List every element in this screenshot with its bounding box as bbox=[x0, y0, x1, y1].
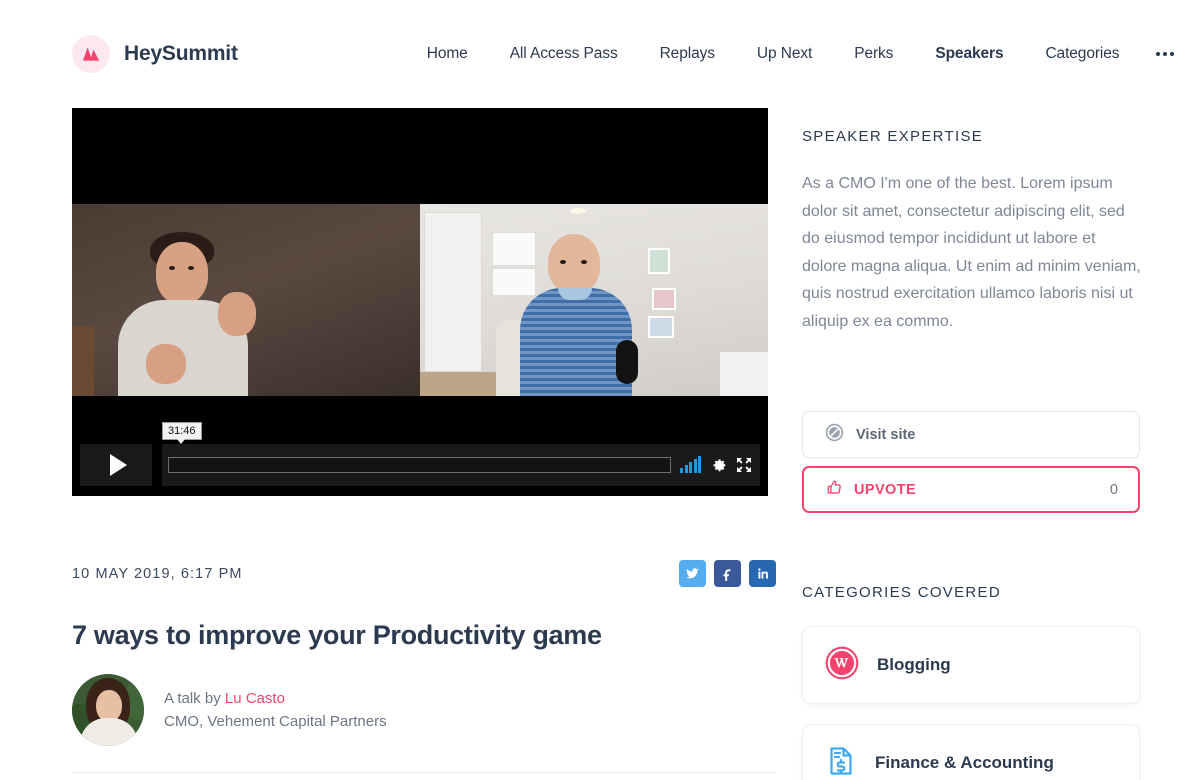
main-column: 31:46 10 MAY 2019, 6:17 PM 7 ways to imp… bbox=[72, 108, 776, 773]
speaker-text-block: A talk by Lu Casto CMO, Vehement Capital… bbox=[164, 690, 387, 730]
thumbs-up-icon bbox=[826, 479, 843, 501]
speaker-byline: A talk by Lu Casto CMO, Vehement Capital… bbox=[72, 674, 387, 746]
categories-covered-heading: CATEGORIES COVERED bbox=[802, 584, 1001, 601]
speaker-name-link[interactable]: Lu Casto bbox=[225, 690, 285, 707]
category-card-finance-accounting[interactable]: Finance & Accounting bbox=[802, 724, 1140, 780]
invoice-dollar-icon bbox=[825, 745, 857, 780]
wordpress-icon bbox=[825, 646, 859, 685]
right-person-eye bbox=[560, 260, 566, 264]
left-background-furniture bbox=[72, 326, 94, 396]
right-background-desk bbox=[720, 352, 768, 396]
video-still bbox=[72, 204, 768, 396]
right-person-body bbox=[520, 288, 632, 396]
right-background-door bbox=[424, 212, 482, 372]
right-background-shelf bbox=[492, 232, 536, 266]
section-divider bbox=[72, 772, 776, 773]
left-person-eye bbox=[188, 266, 194, 270]
share-buttons bbox=[679, 560, 776, 587]
video-participant-right bbox=[420, 204, 768, 396]
main-navigation: Home All Access Pass Replays Up Next Per… bbox=[406, 39, 1191, 69]
speaker-role: CMO, Vehement Capital Partners bbox=[164, 713, 387, 730]
twitter-icon[interactable] bbox=[679, 560, 706, 587]
brand-name: HeySummit bbox=[124, 42, 238, 65]
mountain-logo-icon bbox=[72, 35, 110, 73]
upvote-count: 0 bbox=[1109, 481, 1118, 498]
speaker-expertise-body: As a CMO I'm one of the best. Lorem ipsu… bbox=[802, 175, 1141, 330]
video-controls: 31:46 bbox=[80, 422, 760, 486]
upvote-button[interactable]: UPVOTE 0 bbox=[802, 466, 1140, 513]
upvote-button-content: UPVOTE bbox=[826, 479, 916, 501]
nav-item-up-next[interactable]: Up Next bbox=[736, 39, 833, 69]
brand-logo-link[interactable]: HeySummit bbox=[72, 35, 238, 73]
ellipsis-icon[interactable] bbox=[1140, 46, 1190, 62]
left-person-head bbox=[156, 242, 208, 304]
video-participant-left bbox=[72, 204, 420, 396]
linkedin-icon[interactable] bbox=[749, 560, 776, 587]
wall-picture-frame bbox=[648, 248, 670, 274]
upvote-label: UPVOTE bbox=[854, 481, 917, 498]
gear-icon[interactable] bbox=[710, 457, 727, 474]
left-person-hand bbox=[146, 344, 186, 384]
right-background-shelf bbox=[492, 268, 536, 296]
play-icon[interactable] bbox=[80, 444, 152, 486]
right-person-eye bbox=[581, 260, 587, 264]
video-time-tooltip: 31:46 bbox=[162, 422, 202, 444]
ellipsis-dot bbox=[1170, 52, 1175, 56]
nav-item-all-access-pass[interactable]: All Access Pass bbox=[489, 39, 639, 69]
speaker-byline-text: A talk by Lu Casto bbox=[164, 690, 387, 707]
left-person-hand bbox=[218, 292, 256, 336]
speaker-expertise-heading: SPEAKER EXPERTISE bbox=[802, 128, 984, 145]
wall-picture-frame bbox=[652, 288, 676, 310]
microphone bbox=[616, 340, 638, 384]
category-label: Finance & Accounting bbox=[875, 753, 1054, 772]
ellipsis-dot bbox=[1156, 52, 1161, 56]
nav-item-home[interactable]: Home bbox=[406, 39, 489, 69]
visit-site-button[interactable]: Visit site bbox=[802, 411, 1140, 458]
ellipsis-dot bbox=[1163, 52, 1168, 56]
right-person-head bbox=[548, 234, 600, 294]
category-card-blogging[interactable]: Blogging bbox=[802, 626, 1140, 704]
visit-site-label: Visit site bbox=[856, 426, 916, 443]
nav-item-replays[interactable]: Replays bbox=[639, 39, 736, 69]
category-label: Blogging bbox=[877, 655, 951, 674]
video-player[interactable]: 31:46 bbox=[72, 108, 768, 496]
nav-item-perks[interactable]: Perks bbox=[833, 39, 914, 69]
video-progress-bar[interactable] bbox=[168, 457, 671, 473]
no-entry-circle-icon bbox=[825, 423, 844, 447]
talk-meta-row: 10 MAY 2019, 6:17 PM bbox=[72, 560, 776, 587]
fullscreen-icon[interactable] bbox=[736, 457, 752, 473]
ceiling-light bbox=[570, 208, 586, 214]
play-triangle bbox=[109, 454, 127, 476]
page-title: 7 ways to improve your Productivity game bbox=[72, 620, 602, 650]
talk-date: 10 MAY 2019, 6:17 PM bbox=[72, 565, 243, 582]
volume-bars-icon[interactable] bbox=[680, 456, 701, 473]
nav-item-categories[interactable]: Categories bbox=[1024, 39, 1140, 69]
wall-picture-frame bbox=[648, 316, 674, 338]
speaker-avatar bbox=[72, 674, 144, 746]
nav-item-speakers[interactable]: Speakers bbox=[914, 39, 1024, 69]
byline-prefix: A talk by bbox=[164, 690, 225, 707]
facebook-icon[interactable] bbox=[714, 560, 741, 587]
video-control-bar: 31:46 bbox=[162, 422, 760, 486]
site-header: HeySummit Home All Access Pass Replays U… bbox=[0, 0, 1200, 108]
left-person-eye bbox=[169, 266, 175, 270]
page-root: HeySummit Home All Access Pass Replays U… bbox=[0, 0, 1200, 780]
